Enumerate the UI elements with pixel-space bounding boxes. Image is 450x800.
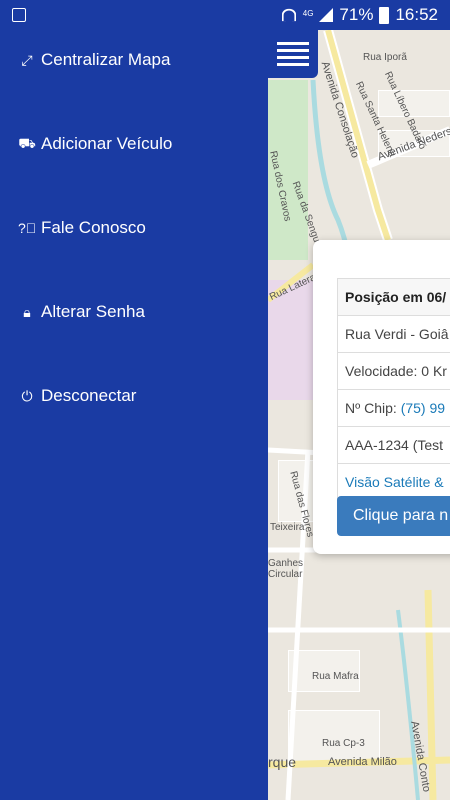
battery-percent: 71% bbox=[339, 5, 374, 24]
map-label: Ganhes Circular bbox=[268, 558, 304, 580]
hamburger-menu-button[interactable] bbox=[268, 30, 318, 78]
status-right: 4G 71% 16:52 bbox=[281, 5, 438, 25]
chip-phone-link[interactable]: (75) 99 bbox=[401, 400, 445, 416]
status-bar: 4G 71% 16:52 bbox=[0, 0, 450, 30]
chip-label: Nº Chip: bbox=[345, 400, 397, 416]
menu-item-label: Fale Conosco bbox=[41, 218, 146, 237]
map-label: Rua Mafra bbox=[312, 671, 359, 682]
menu-item-logout[interactable]: ⏻ Desconectar bbox=[18, 386, 136, 406]
speed-value: 0 Kr bbox=[421, 363, 447, 379]
details-button[interactable]: Clique para n bbox=[337, 496, 450, 536]
map-label: Rua Iporã bbox=[363, 52, 407, 63]
map-label: Avenida Milão bbox=[328, 756, 397, 768]
clock: 16:52 bbox=[395, 5, 438, 24]
menu-item-center-map[interactable]: ⤢ Centralizar Mapa bbox=[18, 50, 170, 70]
battery-icon bbox=[379, 6, 390, 24]
menu-item-add-vehicle[interactable]: ⛟ Adicionar Veículo bbox=[18, 134, 172, 154]
wifi-icon bbox=[281, 8, 296, 22]
map-label: rque bbox=[268, 754, 297, 770]
speed-row: Velocidade: 0 Kr bbox=[338, 353, 450, 390]
address-row: Rua Verdi - Goiâ bbox=[338, 316, 450, 353]
lock-icon: 🔒︎ bbox=[23, 303, 31, 320]
power-icon: ⏻ bbox=[21, 387, 33, 404]
expand-icon: ⤢ bbox=[21, 51, 33, 68]
chip-row: Nº Chip: (75) 99 bbox=[338, 390, 450, 427]
gallery-icon bbox=[12, 8, 26, 22]
info-table: Posição em 06/ Rua Verdi - Goiâ Velocida… bbox=[337, 278, 450, 501]
vehicle-info-popup: Posição em 06/ Rua Verdi - Goiâ Velocida… bbox=[313, 240, 450, 554]
map-label: Rua Cp-3 bbox=[322, 738, 365, 749]
car-icon: ⛟ bbox=[18, 134, 36, 151]
menu-item-label: Centralizar Mapa bbox=[41, 50, 171, 69]
menu-item-contact[interactable]: ?⃝ Fale Conosco bbox=[18, 218, 146, 238]
map-label: Teixeira bbox=[270, 522, 305, 533]
network-type: 4G bbox=[302, 9, 314, 18]
satellite-view-link[interactable]: Visão Satélite & bbox=[338, 464, 450, 500]
speed-label: Velocidade: bbox=[345, 363, 418, 379]
plate-row: AAA-1234 (Test bbox=[338, 427, 450, 464]
navigation-drawer: ⤢ Centralizar Mapa ⛟ Adicionar Veículo ?… bbox=[0, 30, 268, 800]
menu-item-label: Desconectar bbox=[41, 386, 137, 405]
signal-icon bbox=[319, 8, 334, 22]
question-icon: ?⃝ bbox=[18, 220, 37, 236]
menu-item-label: Alterar Senha bbox=[41, 302, 145, 321]
menu-item-label: Adicionar Veículo bbox=[41, 134, 173, 153]
menu-item-change-password[interactable]: 🔒︎ Alterar Senha bbox=[18, 302, 145, 322]
position-header: Posição em 06/ bbox=[338, 279, 450, 316]
